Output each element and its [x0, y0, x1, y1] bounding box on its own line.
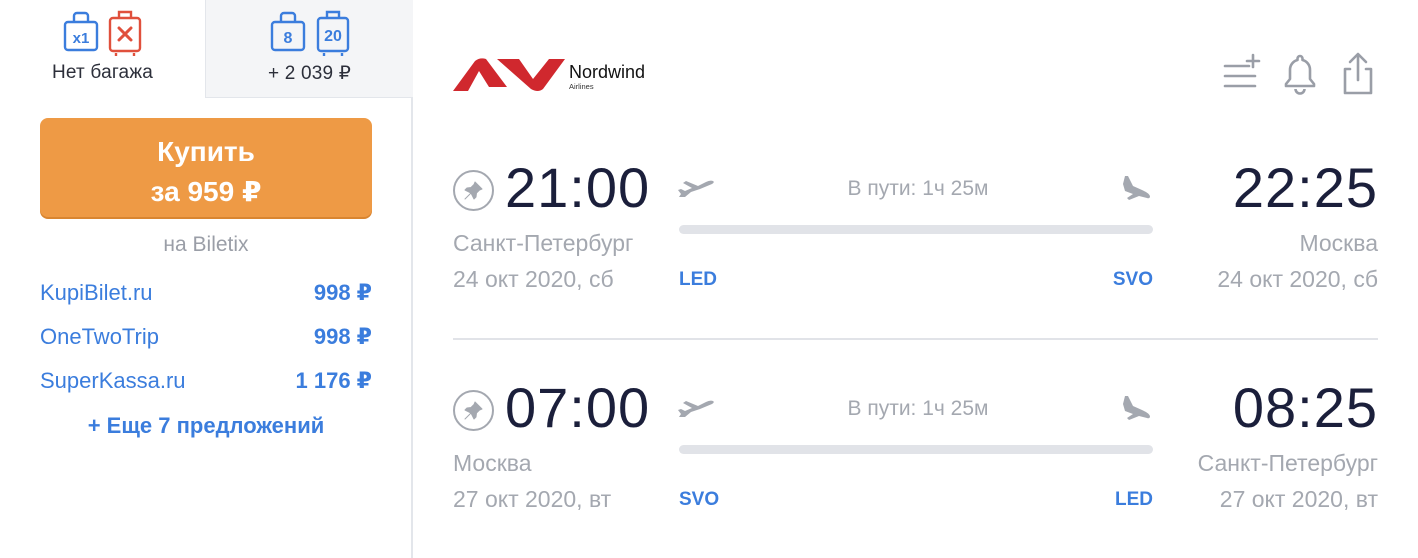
- offer-row[interactable]: OneTwoTrip 998 ₽: [40, 320, 372, 364]
- carry-on-bag-icon: 8: [270, 11, 306, 52]
- tab-with-baggage-price: + 2 039 ₽: [267, 63, 352, 84]
- tab-with-baggage-icons: 8 20: [206, 8, 413, 56]
- departure-time: 21:00: [505, 156, 651, 219]
- alternative-offers: KupiBilet.ru 998 ₽ OneTwoTrip 998 ₽ Supe…: [40, 276, 372, 408]
- route-track: [679, 225, 1153, 234]
- carry-on-weight: 8: [284, 30, 293, 47]
- arrival-airport-code: SVO: [1112, 269, 1153, 290]
- offer-row[interactable]: SuperKassa.ru 1 176 ₽: [40, 364, 372, 408]
- share-icon[interactable]: [1338, 52, 1378, 96]
- buy-button-price: за 959 ₽: [150, 176, 262, 207]
- carry-on-count: x1: [73, 30, 90, 47]
- tab-no-baggage-icons: x1: [0, 8, 205, 56]
- airline-name: Nordwind: [569, 62, 646, 82]
- departure-date: 27 окт 2020, вт: [453, 486, 612, 512]
- departure-airport-code: LED: [679, 269, 717, 290]
- more-offers-link[interactable]: + Еще 7 предложений: [40, 413, 372, 439]
- pin-icon[interactable]: [453, 390, 494, 431]
- arrival-city: Санкт-Петербург: [1197, 450, 1378, 476]
- segment-divider: [453, 338, 1378, 340]
- arrival-date: 27 окт 2020, вт: [1219, 486, 1378, 512]
- offer-row[interactable]: KupiBilet.ru 998 ₽: [40, 276, 372, 320]
- offer-price[interactable]: 1 176 ₽: [296, 368, 372, 394]
- departure-date: 24 окт 2020, сб: [453, 266, 614, 292]
- arrival-city: Москва: [1299, 230, 1378, 256]
- result-actions: [1222, 52, 1378, 96]
- seller-name: на Biletix: [163, 233, 249, 256]
- departure-city: Санкт-Петербург: [453, 230, 634, 256]
- carry-on-bag-icon: x1: [63, 11, 99, 52]
- checked-bag-icon: 20: [316, 10, 350, 56]
- checked-bag-weight: 20: [324, 28, 342, 45]
- airline-logo: Nordwind Airlines: [453, 57, 663, 93]
- arrival-date: 24 окт 2020, сб: [1217, 266, 1378, 292]
- arrival-time: 22:25: [1232, 156, 1378, 219]
- flight-duration: В пути: 1ч 25м: [847, 177, 989, 200]
- offer-price[interactable]: 998 ₽: [314, 280, 372, 306]
- buy-button[interactable]: Купить за 959 ₽: [40, 118, 372, 217]
- bell-icon[interactable]: [1280, 52, 1320, 96]
- departure-time: 07:00: [505, 376, 651, 439]
- route-track: [679, 445, 1153, 454]
- arrival-time: 08:25: [1232, 376, 1378, 439]
- offer-agency-link[interactable]: KupiBilet.ru: [40, 280, 153, 306]
- tab-with-baggage[interactable]: 8 20 + 2 039 ₽: [205, 0, 413, 98]
- pin-icon[interactable]: [453, 170, 494, 211]
- airline-subtitle: Airlines: [569, 82, 594, 91]
- arrival-airport-code: LED: [1115, 489, 1153, 510]
- no-checked-bag-icon: [108, 10, 142, 56]
- baggage-tabs: x1 Нет багажа 8 20 + 2 039 ₽: [0, 0, 413, 98]
- landing-plane-icon: [1123, 176, 1150, 200]
- flight-segment-outbound: 21:00 В пути: 1ч 25м 22:25 Санкт-Петербу…: [453, 150, 1378, 320]
- departure-city: Москва: [453, 450, 532, 476]
- flight-segment-return: 07:00 В пути: 1ч 25м 08:25 Москва 27 окт…: [453, 370, 1378, 540]
- nordwind-logo-mark: [453, 58, 565, 91]
- offer-agency-link[interactable]: SuperKassa.ru: [40, 368, 186, 394]
- tab-no-baggage-label: Нет багажа: [51, 62, 153, 83]
- offer-price[interactable]: 998 ₽: [314, 324, 372, 350]
- flight-duration: В пути: 1ч 25м: [847, 397, 989, 420]
- offer-panel: x1 Нет багажа 8 20 + 2 039 ₽ Купить за 9…: [0, 0, 413, 558]
- departure-airport-code: SVO: [679, 489, 720, 510]
- tab-no-baggage[interactable]: x1 Нет багажа: [0, 0, 205, 98]
- buy-button-label: Купить: [157, 136, 255, 167]
- landing-plane-icon: [1123, 396, 1150, 420]
- add-to-list-icon[interactable]: [1222, 52, 1262, 96]
- offer-agency-link[interactable]: OneTwoTrip: [40, 324, 159, 350]
